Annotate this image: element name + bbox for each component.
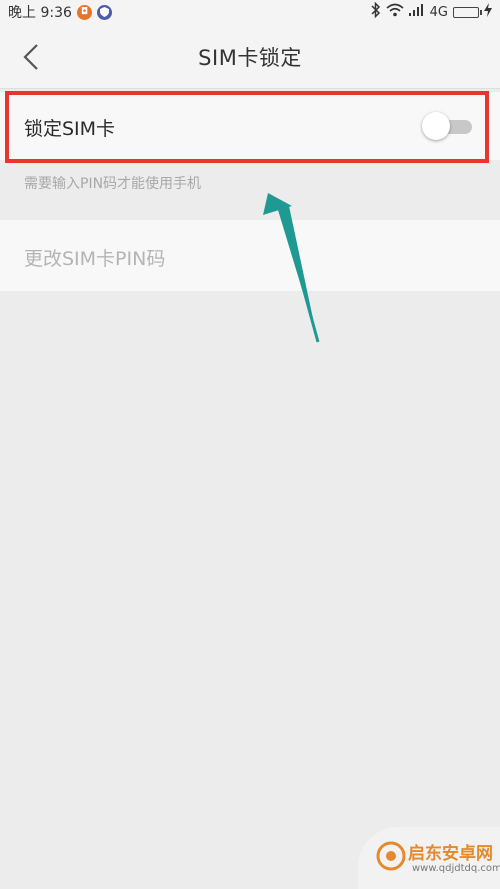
title-bar: SIM卡锁定 (0, 24, 500, 89)
watermark-url: www.qdjdtdq.com (412, 863, 500, 874)
app-notification-icon: ◘ (76, 4, 92, 20)
change-pin-label: 更改SIM卡PIN码 (24, 248, 166, 270)
watermark-name: 启东安卓网 (408, 844, 493, 864)
lock-sim-hint: 需要输入PIN码才能使用手机 (24, 176, 202, 192)
battery-icon (453, 6, 482, 18)
network-type: 4G (429, 4, 448, 20)
change-pin-row[interactable]: 更改SIM卡PIN码 (0, 220, 500, 291)
watermark-logo-icon (376, 841, 406, 871)
status-time: 晚上 9:36 (8, 5, 72, 21)
shield-icon (96, 4, 112, 20)
wifi-icon (386, 3, 404, 21)
highlight-box (5, 91, 489, 163)
watermark: 启东安卓网 www.qdjdtdq.com (358, 827, 500, 889)
page-title: SIM卡锁定 (198, 46, 302, 70)
bluetooth-icon (371, 1, 381, 22)
signal-icon (408, 4, 425, 20)
charging-icon (484, 3, 492, 21)
status-bar: 晚上 9:36 ◘ 4G (0, 0, 500, 24)
